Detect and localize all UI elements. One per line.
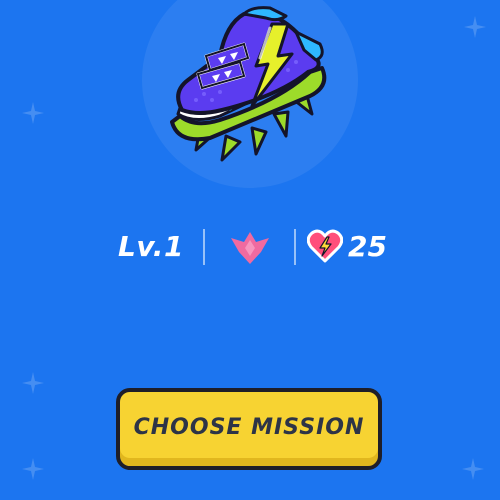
plus-sparkle-icon — [22, 372, 44, 394]
game-screen: Lv.1 25 CHOOSE MISSION — [0, 0, 500, 500]
lightning-heart-icon — [307, 229, 343, 263]
stats-divider — [203, 229, 205, 265]
plus-sparkle-icon — [22, 102, 44, 124]
heart-count: 25 — [348, 230, 387, 263]
level-label: Lv.1 — [118, 230, 184, 263]
stats-row: Lv.1 25 — [0, 225, 500, 269]
plus-sparkle-icon — [462, 458, 484, 480]
stats-divider — [294, 229, 296, 265]
plus-sparkle-icon — [22, 458, 44, 480]
choose-mission-label: CHOOSE MISSION — [133, 415, 365, 440]
running-shoe-lightning-icon — [160, 4, 340, 172]
pink-chevron-rank-icon — [229, 230, 271, 266]
choose-mission-button[interactable]: CHOOSE MISSION — [116, 388, 382, 470]
plus-sparkle-icon — [464, 16, 486, 38]
